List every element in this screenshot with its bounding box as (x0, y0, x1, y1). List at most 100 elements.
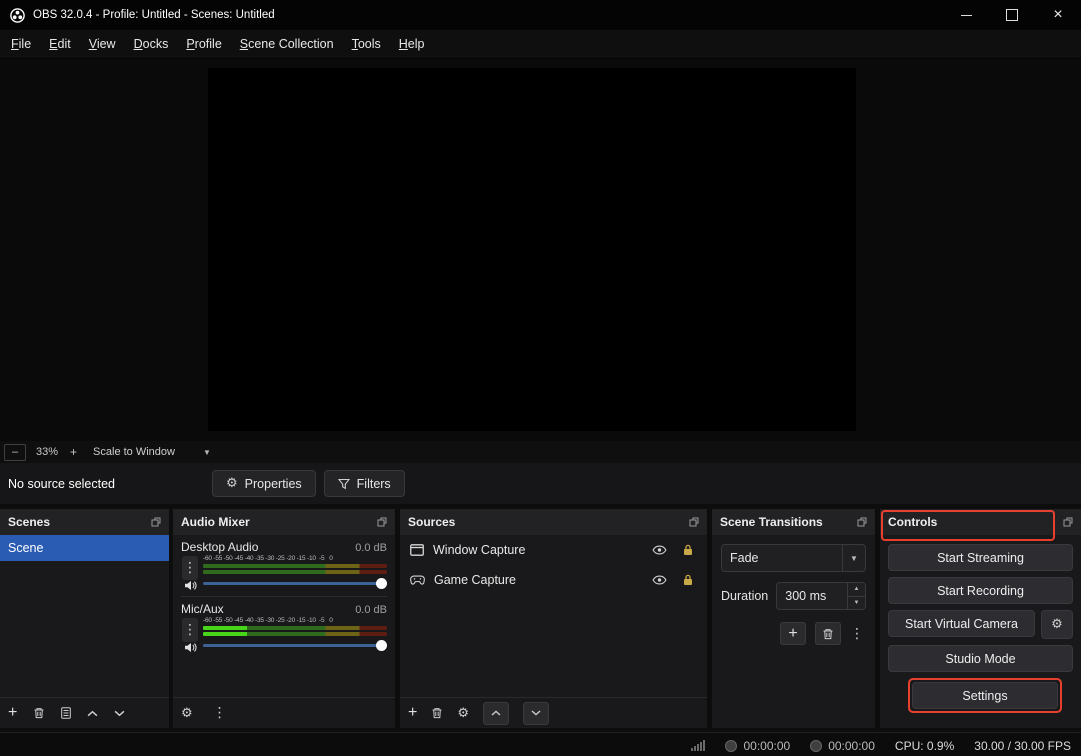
preview-area (0, 59, 1081, 441)
source-properties-button[interactable]: ⚙ (457, 707, 469, 720)
dock-popout-icon[interactable] (689, 517, 699, 527)
move-scene-down-button[interactable] (114, 710, 125, 717)
volume-slider[interactable] (203, 577, 387, 591)
advanced-audio-properties-button[interactable]: ⚙ (181, 707, 193, 720)
add-transition-button[interactable]: + (780, 622, 806, 645)
scenes-toolbar: + (0, 697, 169, 728)
maximize-icon (1006, 9, 1018, 21)
chevron-down-icon[interactable]: ▼ (842, 545, 865, 571)
record-dot-icon (725, 739, 738, 752)
mixer-channels: Desktop Audio 0.0 dB ⋮ -60 -55 -50 -45 -… (173, 535, 395, 697)
zoom-out-button[interactable]: – (4, 443, 26, 461)
duration-spinbox[interactable]: 300 ms ▲ ▼ (776, 582, 866, 610)
lock-icon[interactable] (683, 574, 693, 586)
preview-canvas[interactable] (208, 68, 856, 431)
studio-mode-button[interactable]: Studio Mode (888, 645, 1073, 672)
sources-dock-header: Sources (400, 509, 707, 535)
dock-popout-icon[interactable] (857, 517, 867, 527)
transition-actions: + ⋮ (721, 622, 866, 645)
spin-down-icon: ▼ (853, 599, 860, 606)
menu-docks[interactable]: Docks (125, 32, 178, 56)
annotation-settings-highlight: Settings (908, 678, 1062, 713)
slider-knob[interactable] (376, 578, 387, 589)
visibility-eye-icon[interactable] (652, 575, 667, 585)
channel-menu-button[interactable]: ⋮ (182, 618, 198, 642)
chevron-down-icon (531, 710, 541, 716)
menu-scene-collection[interactable]: Scene Collection (231, 32, 343, 56)
settings-button[interactable]: Settings (912, 682, 1058, 709)
trash-icon (33, 707, 45, 719)
controls-buttons: Start Streaming Start Recording Start Vi… (880, 535, 1081, 728)
properties-button[interactable]: ⚙ Properties (212, 470, 316, 497)
scene-filters-button[interactable] (61, 707, 72, 719)
spin-up-button[interactable]: ▲ (848, 583, 865, 597)
start-virtual-camera-button[interactable]: Start Virtual Camera (888, 610, 1035, 637)
scenes-dock: Scenes Scene + (0, 509, 169, 728)
move-source-up-button[interactable] (483, 701, 509, 725)
move-scene-up-button[interactable] (87, 710, 98, 717)
menu-edit[interactable]: Edit (40, 32, 80, 56)
chevron-down-icon[interactable]: ▼ (203, 448, 211, 457)
channel-menu-button[interactable]: ⋮ (182, 556, 198, 580)
source-label: Window Capture (433, 543, 526, 557)
gear-icon: ⚙ (181, 705, 193, 721)
move-source-down-button[interactable] (523, 701, 549, 725)
maximize-button[interactable] (989, 0, 1035, 30)
menu-help[interactable]: Help (390, 32, 434, 56)
funnel-icon (337, 478, 350, 490)
menu-bar: File Edit View Docks Profile Scene Colle… (0, 30, 1081, 59)
dots-vertical-icon: ⋮ (183, 560, 197, 576)
speaker-mute-toggle-icon[interactable] (184, 580, 197, 591)
controls-dock: Controls Start Streaming Start Recording… (880, 509, 1081, 728)
channel-name: Mic/Aux (181, 602, 224, 616)
remove-transition-button[interactable] (815, 622, 841, 645)
scene-transitions-dock: Scene Transitions Fade ▼ Duration 300 ms… (712, 509, 875, 728)
scenes-title: Scenes (8, 515, 51, 529)
spin-arrows: ▲ ▼ (847, 583, 865, 609)
slider-knob[interactable] (376, 640, 387, 651)
add-scene-button[interactable]: + (8, 705, 17, 721)
speaker-mute-toggle-icon[interactable] (184, 642, 197, 653)
obs-logo-icon (10, 7, 25, 23)
audio-mixer-dock: Audio Mixer Desktop Audio 0.0 dB ⋮ -60 -… (173, 509, 395, 728)
preview-zoom-bar: – 33% + Scale to Window ▼ (0, 441, 1081, 463)
start-recording-button[interactable]: Start Recording (888, 577, 1073, 604)
volume-slider[interactable] (203, 639, 387, 653)
virtual-camera-settings-button[interactable]: ⚙ (1041, 610, 1073, 639)
plus-icon: + (788, 624, 798, 642)
dock-popout-icon[interactable] (151, 517, 161, 527)
streaming-status: 00:00:00 (810, 739, 875, 753)
source-row-window-capture[interactable]: Window Capture (400, 535, 707, 565)
filters-button[interactable]: Filters (323, 470, 405, 497)
remove-source-button[interactable] (431, 707, 443, 719)
sources-dock: Sources Window Capture Game Capture + ⚙ (400, 509, 707, 728)
dock-popout-icon[interactable] (377, 517, 387, 527)
menu-view[interactable]: View (80, 32, 125, 56)
close-button[interactable]: × (1035, 0, 1081, 30)
add-source-button[interactable]: + (408, 705, 417, 721)
slider-track (203, 644, 385, 647)
transition-properties-button[interactable]: ⋮ (850, 627, 864, 641)
zoom-in-button[interactable]: + (70, 445, 77, 459)
start-streaming-button[interactable]: Start Streaming (888, 544, 1073, 571)
slider-track (203, 582, 385, 585)
source-row-game-capture[interactable]: Game Capture (400, 565, 707, 595)
transition-value: Fade (730, 551, 759, 565)
close-icon: × (1053, 6, 1063, 23)
channel-volume-db: 0.0 dB (355, 604, 387, 616)
mixer-menu-button[interactable]: ⋮ (213, 706, 227, 720)
transitions-body: Fade ▼ Duration 300 ms ▲ ▼ + ⋮ (712, 535, 875, 728)
minimize-button[interactable] (943, 0, 989, 30)
spin-down-button[interactable]: ▼ (848, 597, 865, 610)
menu-profile[interactable]: Profile (177, 32, 230, 56)
transition-select[interactable]: Fade ▼ (721, 544, 866, 572)
menu-file[interactable]: File (2, 32, 40, 56)
filters-label: Filters (356, 476, 391, 491)
menu-tools[interactable]: Tools (343, 32, 390, 56)
remove-scene-button[interactable] (33, 707, 45, 719)
scale-mode-label[interactable]: Scale to Window (93, 446, 175, 458)
dock-popout-icon[interactable] (1063, 517, 1073, 527)
visibility-eye-icon[interactable] (652, 545, 667, 555)
lock-icon[interactable] (683, 544, 693, 556)
scene-list-item[interactable]: Scene (0, 535, 169, 561)
